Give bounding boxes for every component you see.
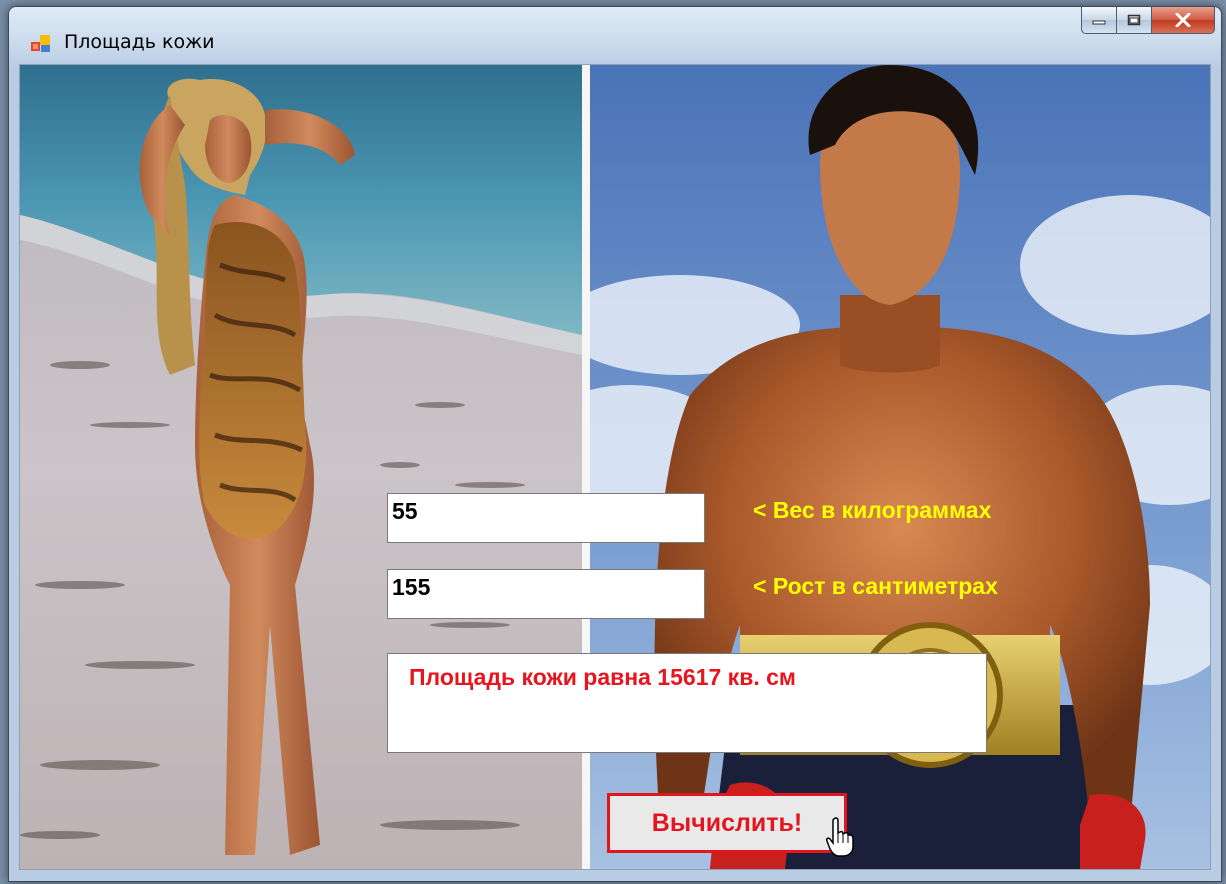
title-bar[interactable]: Площадь кожи <box>9 7 1221 65</box>
app-icon <box>31 35 50 52</box>
maximize-icon <box>1127 14 1141 26</box>
form-client-area: 55 < Вес в килограммах 155 < Рост в сант… <box>19 64 1211 870</box>
window-title: Площадь кожи <box>64 31 215 53</box>
close-button[interactable] <box>1152 7 1215 34</box>
minimize-button[interactable] <box>1081 7 1117 34</box>
close-icon <box>1175 13 1191 27</box>
maximize-button[interactable] <box>1117 7 1152 34</box>
app-window: Площадь кожи 55 < Вес в килограммах 155 … <box>8 6 1222 882</box>
result-text: Площадь кожи равна 15617 кв. см <box>409 664 796 690</box>
height-input[interactable]: 155 <box>387 569 705 619</box>
calculate-button[interactable]: Вычислить! <box>607 793 847 853</box>
weight-input[interactable]: 55 <box>387 493 705 543</box>
weight-label: < Вес в килограммах <box>753 497 992 523</box>
result-output-box: Площадь кожи равна 15617 кв. см <box>387 653 987 753</box>
window-controls <box>1081 7 1215 37</box>
height-label: < Рост в сантиметрах <box>753 573 998 599</box>
hand-cursor-icon <box>826 817 854 857</box>
minimize-icon <box>1092 20 1106 25</box>
